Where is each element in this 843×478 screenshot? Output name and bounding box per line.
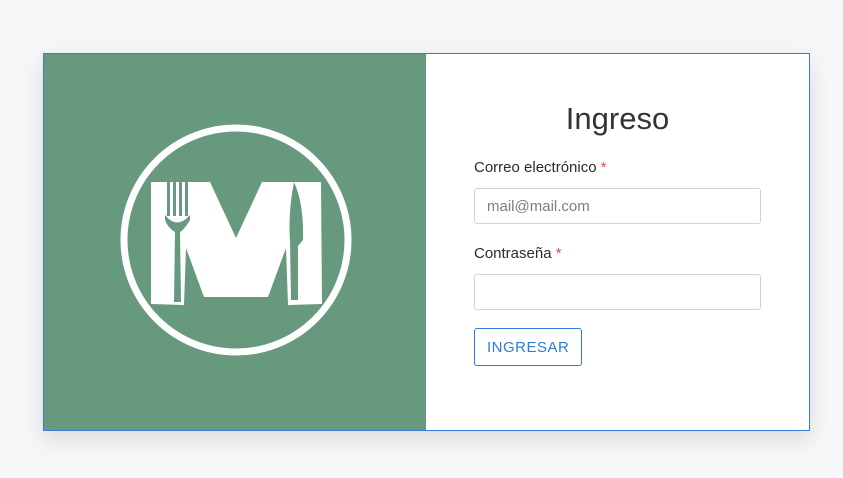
email-label: Correo electrónico * <box>474 159 607 176</box>
page-title: Ingreso <box>565 101 670 136</box>
email-label-text: Correo electrónico <box>474 159 597 176</box>
login-submit-button[interactable]: INGRESAR <box>474 328 583 366</box>
login-card: Ingreso Correo electrónico * Contraseña … <box>43 53 810 431</box>
brand-panel <box>44 54 426 430</box>
login-form-panel: Ingreso Correo electrónico * Contraseña … <box>426 54 809 430</box>
fork-knife-m-logo-icon <box>120 124 352 356</box>
email-input[interactable] <box>474 188 761 224</box>
password-label-text: Contraseña <box>474 245 552 262</box>
required-marker: * <box>555 245 562 262</box>
required-marker: * <box>600 159 607 176</box>
password-input[interactable] <box>474 274 761 310</box>
password-label: Contraseña * <box>474 245 562 262</box>
